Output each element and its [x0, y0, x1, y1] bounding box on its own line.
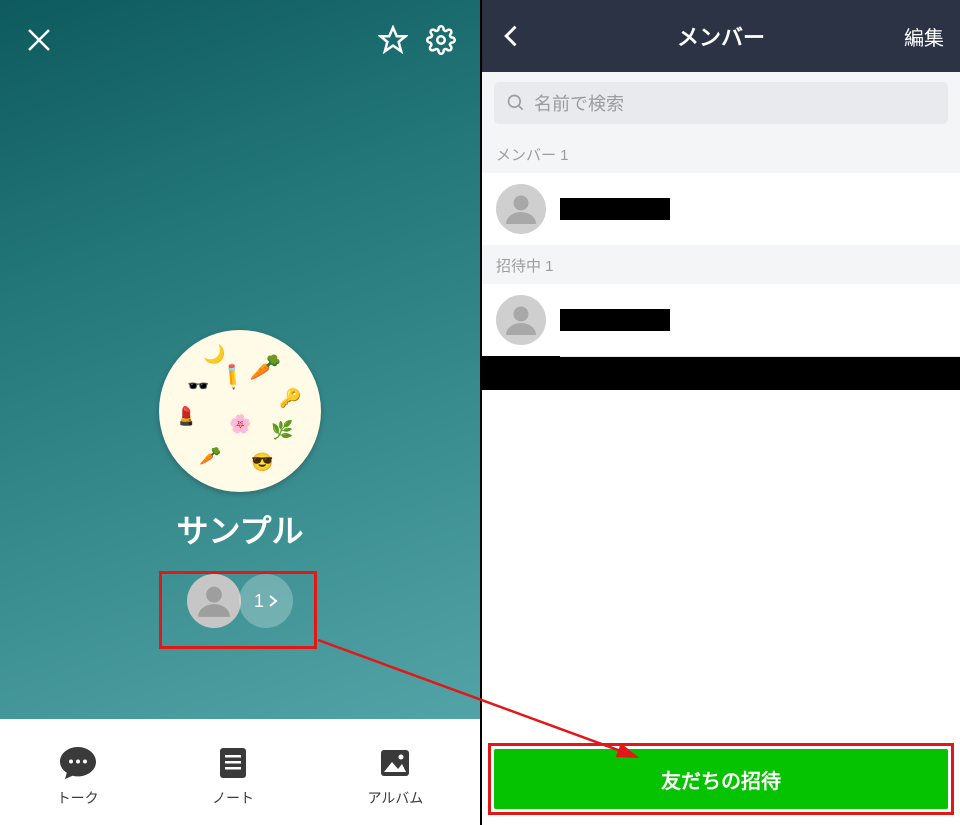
note-icon: [213, 744, 253, 782]
annotation-highlight-invite: [488, 743, 954, 815]
group-avatar[interactable]: 🌙 🥕 🕶️ 🔑 💄 🌸 🌿 🥕 😎 ✏️: [159, 330, 321, 492]
members-section-label: メンバー 1: [482, 134, 960, 173]
members-header: メンバー 編集: [482, 0, 960, 72]
edit-button[interactable]: 編集: [904, 22, 944, 51]
note-label: ノート: [212, 788, 254, 808]
search-placeholder: 名前で検索: [534, 90, 624, 116]
star-icon[interactable]: [378, 25, 408, 55]
divider: [560, 356, 960, 357]
bottom-actions: トーク ノート アルバム: [0, 719, 480, 825]
avatar: [496, 295, 546, 345]
talk-label: トーク: [57, 788, 99, 808]
inviting-name-redacted: [560, 309, 670, 331]
gear-icon[interactable]: [426, 25, 456, 55]
album-button[interactable]: アルバム: [367, 744, 423, 808]
close-icon[interactable]: [24, 25, 54, 55]
album-icon: [375, 744, 415, 782]
note-button[interactable]: ノート: [212, 744, 254, 808]
member-name-redacted: [560, 198, 670, 220]
header-title: メンバー: [482, 20, 960, 52]
group-name: サンプル: [176, 506, 303, 552]
avatar: [496, 184, 546, 234]
back-icon[interactable]: [498, 22, 526, 50]
top-bar: [0, 20, 480, 60]
album-label: アルバム: [367, 788, 423, 808]
inviting-section-label: 招待中 1: [482, 245, 960, 284]
search-icon: [506, 93, 526, 113]
talk-button[interactable]: トーク: [57, 744, 99, 808]
annotation-highlight-members: [159, 571, 317, 649]
chat-icon: [58, 744, 98, 782]
member-row[interactable]: [482, 173, 960, 245]
search-input[interactable]: 名前で検索: [494, 82, 948, 124]
inviting-row[interactable]: [482, 284, 960, 356]
